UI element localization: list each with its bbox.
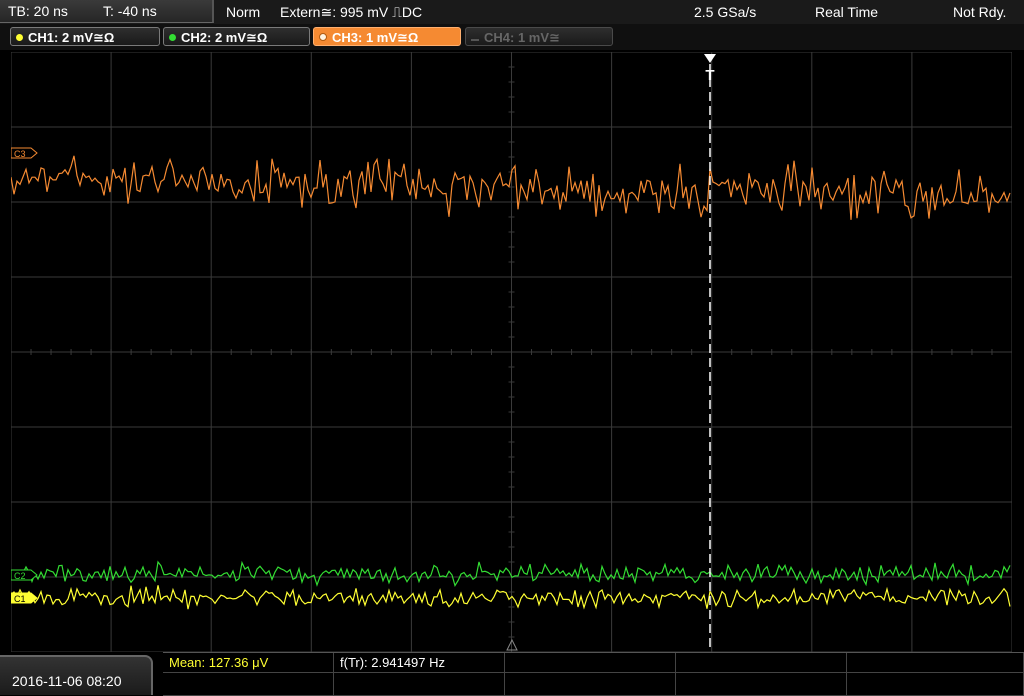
measurement-slot-6[interactable] — [163, 673, 334, 696]
datetime: 2016-11-06 08:20 — [12, 673, 122, 689]
measurement-slot-4[interactable] — [676, 653, 847, 673]
measurement-mean[interactable]: Mean: 127.36 μV — [163, 653, 334, 673]
trigger-position-icon[interactable] — [704, 54, 716, 63]
waveform-canvas[interactable]: T C3 C2 C1 — [11, 52, 1012, 652]
timebase-value[interactable]: TB: 20 ns — [8, 0, 68, 22]
measurement-slot-9[interactable] — [676, 673, 847, 696]
ch2-marker-label: C2 — [14, 571, 26, 581]
timebase-panel[interactable]: TB: 20 ns T: -40 ns — [0, 0, 214, 23]
ch1-marker-label: C1 — [14, 594, 26, 604]
channel-tab-ch3[interactable]: CH3: 1 mV≅Ω — [313, 27, 461, 46]
measurement-slot-8[interactable] — [505, 673, 676, 696]
ch1-indicator-icon — [16, 34, 23, 41]
ch1-label: CH1: 2 mV≅Ω — [28, 30, 115, 45]
measurement-panel[interactable]: Mean: 127.36 μV f(Tr): 2.941497 Hz — [163, 652, 1024, 696]
trigger-source[interactable]: Extern≅: 995 mV ⎍DC — [280, 0, 422, 24]
measurement-slot-3[interactable] — [505, 653, 676, 673]
sample-rate[interactable]: 2.5 GSa/s — [694, 0, 756, 24]
ch3-waveform — [11, 155, 1011, 220]
datetime-panel: 2016-11-06 08:20 — [0, 655, 153, 695]
ch3-marker-label: C3 — [14, 149, 26, 159]
trigger-time-value[interactable]: T: -40 ns — [103, 0, 157, 22]
ch2-indicator-icon — [169, 34, 176, 41]
ch3-label: CH3: 1 mV≅Ω — [332, 30, 419, 45]
measurement-slot-10[interactable] — [847, 673, 1024, 696]
measurement-slot-5[interactable] — [847, 653, 1024, 673]
channel-tab-ch2[interactable]: CH2: 2 mV≅Ω — [163, 27, 310, 46]
graticule — [11, 52, 1012, 652]
acquisition-mode[interactable]: Real Time — [815, 0, 878, 24]
ch1-offset-marker[interactable]: C1 — [11, 592, 38, 604]
channel-tab-ch1[interactable]: CH1: 2 mV≅Ω — [10, 27, 160, 46]
channel-bar: CH1: 2 mV≅Ω CH2: 2 mV≅Ω CH3: 1 mV≅Ω CH4:… — [0, 24, 1024, 50]
ch2-label: CH2: 2 mV≅Ω — [181, 30, 268, 45]
waveform-display[interactable]: T C3 C2 C1 — [11, 52, 1012, 652]
ch1-waveform — [11, 585, 1011, 610]
ch3-indicator-icon — [319, 33, 327, 41]
trigger-status: Not Rdy. — [953, 4, 1007, 20]
trigger-mode[interactable]: Norm — [226, 0, 260, 24]
measurement-frequency[interactable]: f(Tr): 2.941497 Hz — [334, 653, 505, 673]
ch2-waveform — [11, 560, 1011, 587]
trigger-marker-label: T — [705, 67, 714, 84]
channel-tab-ch4[interactable]: CH4: 1 mV≅ — [465, 27, 613, 46]
measurement-slot-7[interactable] — [334, 673, 505, 696]
status-bar: TB: 20 ns T: -40 ns Norm Extern≅: 995 mV… — [0, 0, 1024, 25]
ch4-label: CH4: 1 mV≅ — [484, 30, 560, 45]
ch3-offset-marker[interactable]: C3 — [11, 147, 38, 159]
ch4-indicator-icon — [471, 39, 479, 41]
